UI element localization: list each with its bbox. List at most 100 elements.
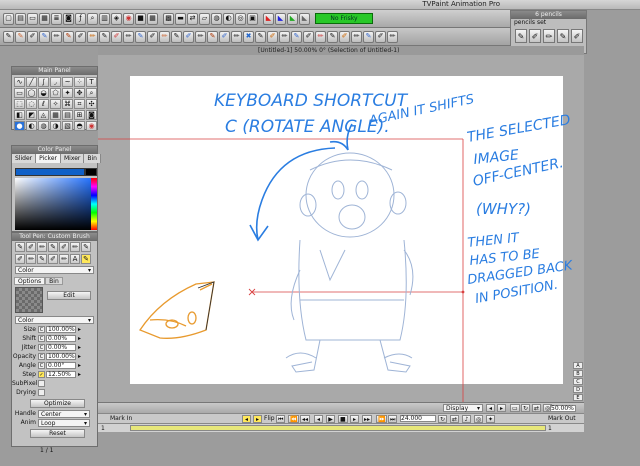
last-frame-icon[interactable]: ⏭	[388, 415, 398, 423]
subpixel-checkbox[interactable]	[38, 380, 45, 387]
step-mode[interactable]: ✓	[38, 371, 45, 378]
wave-tool-icon[interactable]: ~	[62, 77, 73, 87]
warp-tool-icon[interactable]: ⌘	[62, 99, 73, 109]
brush-preset-12-icon[interactable]: ✎	[135, 30, 146, 43]
shift-mode[interactable]: C	[38, 335, 45, 342]
blend-mode-icon[interactable]: ◑	[50, 121, 61, 131]
palette-icon[interactable]: ◐	[223, 12, 234, 25]
brush-preset-27-icon[interactable]: ✏	[315, 30, 326, 43]
pencil-4-icon[interactable]: ✎	[557, 29, 569, 43]
step-arrow-icon[interactable]: ▸	[78, 371, 81, 378]
angle-value[interactable]: 0.00°	[46, 362, 76, 369]
text-tool-icon[interactable]: T	[86, 77, 97, 87]
pen-5-icon[interactable]: ✐	[59, 242, 69, 252]
select-rect-icon[interactable]: ⬚	[14, 99, 25, 109]
rect-tool-icon[interactable]: ▭	[14, 88, 25, 98]
flip-label[interactable]: Flip	[264, 415, 275, 422]
brush-preset-10-icon[interactable]: ✐	[111, 30, 122, 43]
custom-pen-icon[interactable]: ✎	[81, 254, 91, 264]
lasso-tool-icon[interactable]: ℓ	[38, 99, 49, 109]
pen-12-icon[interactable]: ✏	[59, 254, 69, 264]
brush-preset-30-icon[interactable]: ✏	[351, 30, 362, 43]
gradient-mode-icon[interactable]: ▧	[62, 121, 73, 131]
tri-blue-icon[interactable]: ◣	[275, 12, 286, 25]
brush-preset-3-icon[interactable]: ✐	[27, 30, 38, 43]
timeline-icon[interactable]: ▬	[175, 12, 186, 25]
color-mode-icon[interactable]: ◉	[86, 121, 97, 131]
pen-3-icon[interactable]: ✏	[37, 242, 47, 252]
tri-gray-icon[interactable]: ◣	[299, 12, 310, 25]
size-value[interactable]: 100.00%	[46, 326, 76, 333]
pen-11-icon[interactable]: ✐	[48, 254, 58, 264]
brush-preset-15-icon[interactable]: ✎	[171, 30, 182, 43]
drying-checkbox[interactable]	[38, 389, 45, 396]
cube-icon[interactable]: ◈	[111, 12, 122, 25]
stamp-tool-icon[interactable]: ◩	[26, 110, 37, 120]
brush-preset-19-icon[interactable]: ✐	[219, 30, 230, 43]
step-back-icon[interactable]: ◂◂	[300, 415, 311, 423]
zoom-tool-icon[interactable]: ⌕	[86, 88, 97, 98]
square-icon[interactable]: ■	[135, 12, 146, 25]
anim-select[interactable]: Loop	[38, 418, 90, 427]
folder-icon[interactable]: ▭	[27, 12, 38, 25]
cross-icon[interactable]: ✖	[243, 30, 254, 43]
brush-preset-7-icon[interactable]: ✐	[75, 30, 86, 43]
strip-a-button[interactable]: A	[573, 362, 583, 369]
size-arrow-icon[interactable]: ▸	[78, 326, 81, 333]
frisky-button[interactable]: No Frisky	[315, 13, 373, 24]
strip-e-button[interactable]: E	[573, 394, 583, 401]
prev-frame-icon[interactable]: ◂	[314, 415, 323, 423]
strip-c-button[interactable]: C	[573, 378, 583, 385]
step-value[interactable]: 12.50%	[46, 371, 76, 378]
airbrush-mode-icon[interactable]: ◍	[38, 121, 49, 131]
reset-button[interactable]: Reset	[30, 429, 85, 438]
grid-tool-icon[interactable]: ▦	[50, 110, 61, 120]
brush-preset-26-icon[interactable]: ✐	[303, 30, 314, 43]
ellipse-tool-icon[interactable]: ◯	[26, 88, 37, 98]
edit-brush-button[interactable]: Edit	[47, 291, 91, 300]
brush-preset-9-icon[interactable]: ✎	[99, 30, 110, 43]
pen-1-icon[interactable]: ✎	[15, 242, 25, 252]
pen-7-icon[interactable]: ✎	[81, 242, 91, 252]
tab-mixer[interactable]: Mixer	[60, 154, 85, 163]
light-table-icon[interactable]: ▤	[62, 110, 73, 120]
fx-icon[interactable]: ƒ	[75, 12, 86, 25]
pen-2-icon[interactable]: ✐	[26, 242, 36, 252]
view-rotate-icon[interactable]: ↻	[521, 404, 531, 412]
star-tool-icon[interactable]: ✦	[62, 88, 73, 98]
pen-8-icon[interactable]: ✐	[15, 254, 25, 264]
view-next-icon[interactable]: ▸	[497, 404, 506, 412]
primary-color-swatch[interactable]	[15, 168, 85, 176]
shift-value[interactable]: 0.00%	[46, 335, 76, 342]
view-flip-icon[interactable]: ⇄	[532, 404, 542, 412]
ruler-icon[interactable]: ▱	[199, 12, 210, 25]
pen-4-icon[interactable]: ✎	[48, 242, 58, 252]
brush-preset-32-icon[interactable]: ✐	[375, 30, 386, 43]
optimize-button[interactable]: Optimize	[30, 399, 85, 408]
opacity-mode[interactable]: C	[38, 353, 45, 360]
grid2-icon[interactable]: ▩	[163, 12, 174, 25]
globe-icon[interactable]: ◍	[211, 12, 222, 25]
tri-green-icon[interactable]: ◣	[287, 12, 298, 25]
color-select[interactable]: Color	[15, 316, 94, 324]
brush-preset-29-icon[interactable]: ✐	[339, 30, 350, 43]
camera-icon[interactable]: ◙	[63, 12, 74, 25]
save-icon[interactable]: ▤	[15, 12, 26, 25]
dots-tool-icon[interactable]: ⁘	[74, 77, 85, 87]
film-icon[interactable]: ▣	[247, 12, 258, 25]
new-icon[interactable]: ▦	[39, 12, 50, 25]
jitter-arrow-icon[interactable]: ▸	[78, 344, 81, 351]
brush-preset-23-icon[interactable]: ✐	[267, 30, 278, 43]
text-pen-icon[interactable]: A	[70, 254, 80, 264]
brush-preset-28-icon[interactable]: ✎	[327, 30, 338, 43]
color-picker-area[interactable]	[15, 178, 95, 230]
brush-preset-4-icon[interactable]: ✎	[39, 30, 50, 43]
flip-icon[interactable]: ⇄	[187, 12, 198, 25]
mark-out-label[interactable]: Mark Out	[548, 415, 576, 422]
mark-in-label[interactable]: Mark In	[110, 415, 132, 422]
open-icon[interactable]: ▢	[3, 12, 14, 25]
print-icon[interactable]: ▥	[99, 12, 110, 25]
grid-icon[interactable]: ▦	[147, 12, 158, 25]
bezier-tool-icon[interactable]: ◬	[38, 110, 49, 120]
brush-preset-14-icon[interactable]: ✏	[159, 30, 170, 43]
